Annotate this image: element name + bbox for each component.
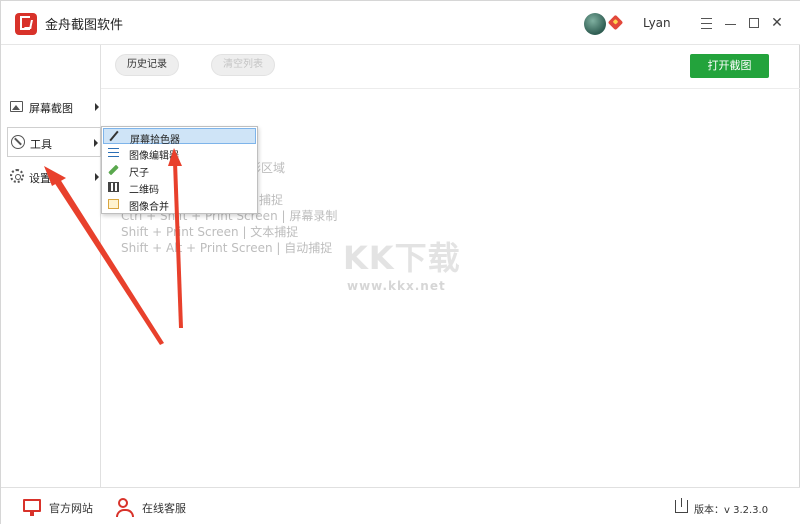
history-button[interactable]: 历史记录: [115, 54, 179, 76]
footer: 官方网站 在线客服 版本：v 3.2.3.0: [1, 487, 800, 524]
minimize-button[interactable]: [723, 14, 739, 32]
hint-line: Shift + Print Screen | 文本捕捉: [121, 225, 299, 239]
menu-item-image-merge[interactable]: 图像合并: [103, 196, 256, 213]
sidebar-item-label: 屏幕截图: [29, 102, 73, 115]
watermark-url: www.kkx.net: [347, 279, 446, 293]
image-merge-icon: [108, 199, 119, 209]
menu-item-color-picker[interactable]: 屏幕拾色器: [103, 128, 256, 146]
sidebar-item-label: 工具: [30, 138, 52, 151]
menu-item-image-editor[interactable]: 图像编辑器: [103, 145, 256, 162]
sidebar-item-tools[interactable]: 工具: [7, 127, 101, 157]
app-logo-icon: [15, 13, 37, 35]
official-site-label: 官方网站: [49, 502, 93, 515]
username[interactable]: Lyan: [643, 16, 671, 30]
version-label: 版本：v 3.2.3.0: [694, 505, 769, 516]
color-picker-icon: [109, 130, 119, 142]
clear-list-button[interactable]: 清空列表: [211, 54, 275, 76]
hint-line: 捕捉: [259, 193, 284, 207]
menu-item-ruler[interactable]: 尺子: [103, 162, 256, 179]
sidebar-item-label: 设置: [29, 172, 51, 185]
monitor-icon: [23, 499, 41, 516]
menu-item-label: 图像合并: [129, 202, 169, 213]
qr-code-icon: [108, 182, 119, 192]
hint-line: Shift + Alt + Print Screen | 自动捕捉: [121, 241, 333, 255]
app-title: 金舟截图软件: [45, 18, 124, 33]
menu-item-label: 图像编辑器: [129, 151, 179, 162]
title-bar: 金舟截图软件 Lyan ✕: [1, 1, 800, 45]
customer-service-icon: [116, 498, 134, 517]
sidebar-item-screenshot[interactable]: 屏幕截图: [7, 92, 101, 122]
image-icon: [10, 101, 23, 112]
gear-icon: [10, 169, 24, 183]
sidebar: 屏幕截图 工具 设置: [1, 45, 101, 487]
close-button[interactable]: ✕: [769, 14, 785, 32]
official-site-link[interactable]: 官方网站: [23, 498, 103, 516]
chevron-right-icon: [95, 173, 99, 181]
image-editor-icon: [108, 148, 119, 158]
user-avatar[interactable]: [584, 13, 606, 35]
menu-button[interactable]: [699, 14, 715, 32]
tools-dropdown-menu: 屏幕拾色器 图像编辑器 尺子 二维码 图像合并: [101, 126, 258, 214]
menu-item-label: 尺子: [129, 168, 149, 179]
maximize-button[interactable]: [746, 14, 762, 32]
watermark: KK下载: [343, 239, 461, 277]
chevron-right-icon: [94, 139, 98, 147]
ruler-icon: [108, 164, 119, 176]
online-service-link[interactable]: 在线客服: [116, 498, 196, 517]
app-window: 金舟截图软件 Lyan ✕ 屏幕截图 工具 设置 历史记录 清空列表 打开截图 …: [0, 0, 800, 524]
menu-item-label: 屏幕拾色器: [130, 135, 180, 146]
open-screenshot-button[interactable]: 打开截图: [690, 54, 769, 78]
version-info[interactable]: 版本：v 3.2.3.0: [675, 498, 795, 516]
menu-item-qr-code[interactable]: 二维码: [103, 179, 256, 196]
wrench-icon: [11, 135, 25, 149]
toolbar: 历史记录 清空列表 打开截图: [101, 45, 800, 89]
online-service-label: 在线客服: [142, 502, 186, 515]
vip-badge-icon[interactable]: [607, 14, 624, 31]
download-icon: [675, 498, 688, 513]
sidebar-item-settings[interactable]: 设置: [7, 162, 101, 192]
menu-item-label: 二维码: [129, 185, 159, 196]
chevron-right-icon: [95, 103, 99, 111]
